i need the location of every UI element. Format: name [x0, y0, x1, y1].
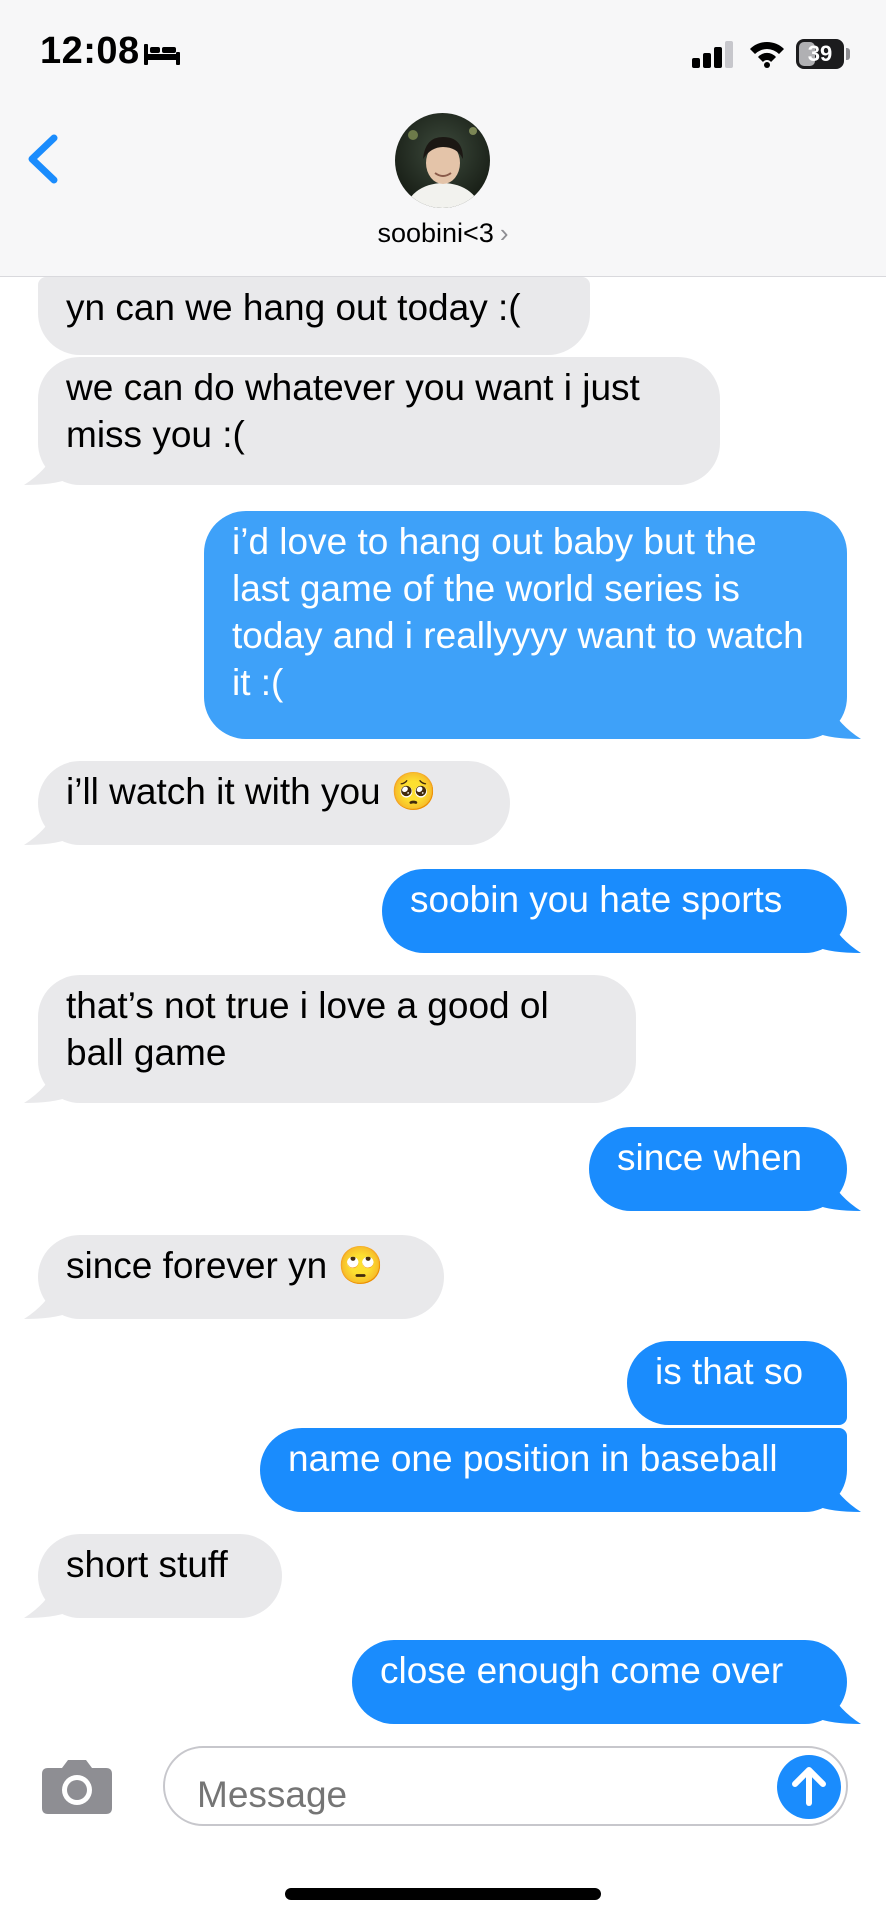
- camera-icon[interactable]: [40, 1756, 114, 1816]
- bubble-tail: [24, 451, 68, 485]
- back-button[interactable]: [22, 124, 66, 194]
- bubble-tail: [24, 811, 68, 845]
- wifi-icon: [750, 41, 784, 68]
- battery-percent: 39: [807, 41, 833, 66]
- status-bar: 12:08 39: [0, 0, 886, 110]
- outgoing-message[interactable]: since when: [589, 1127, 847, 1211]
- home-indicator: [285, 1888, 601, 1900]
- bubble-tail: [24, 1069, 68, 1103]
- battery-tip: [846, 48, 850, 60]
- message-list[interactable]: yn can we hang out today :( we can do wh…: [0, 277, 886, 1737]
- eye-roll-face-emoji: 🙄: [337, 1245, 384, 1286]
- incoming-message[interactable]: short stuff: [38, 1534, 282, 1618]
- message-text: i’d love to hang out baby but the last g…: [232, 521, 804, 703]
- incoming-message[interactable]: that’s not true i love a good ol ball ga…: [38, 975, 636, 1103]
- bubble-tail: [24, 1285, 68, 1319]
- message-text: i’ll watch it with you: [66, 771, 381, 812]
- incoming-message[interactable]: i’ll watch it with you 🥺: [38, 761, 510, 845]
- bubble-tail: [24, 1584, 68, 1618]
- status-time: 12:08: [40, 30, 140, 72]
- incoming-message[interactable]: since forever yn 🙄: [38, 1235, 444, 1319]
- message-text: since when: [617, 1137, 803, 1178]
- send-button[interactable]: [777, 1755, 841, 1819]
- message-text: is that so: [655, 1351, 804, 1392]
- message-text: close enough come over: [380, 1650, 784, 1691]
- bed-icon: [144, 44, 180, 65]
- bubble-tail: [817, 705, 861, 739]
- message-text: name one position in baseball: [288, 1438, 778, 1479]
- bubble-tail: [817, 1177, 861, 1211]
- avatar[interactable]: [395, 113, 490, 208]
- message-text: soobin you hate sports: [410, 879, 783, 920]
- contact-photo: [395, 113, 490, 208]
- contact-name-button[interactable]: soobini<3 ›: [0, 218, 886, 249]
- outgoing-message[interactable]: is that so: [627, 1341, 847, 1425]
- chevron-right-icon: ›: [499, 218, 509, 248]
- message-text: yn can we hang out today :(: [66, 287, 521, 328]
- battery-indicator: 39: [796, 39, 844, 69]
- outgoing-message[interactable]: soobin you hate sports: [382, 869, 847, 953]
- message-text: that’s not true i love a good ol ball ga…: [66, 985, 549, 1073]
- bubble-tail: [817, 919, 861, 953]
- incoming-message[interactable]: we can do whatever you want i just miss …: [38, 357, 720, 485]
- outgoing-message[interactable]: i’d love to hang out baby but the last g…: [204, 511, 847, 739]
- message-input[interactable]: [163, 1746, 848, 1826]
- cellular-signal-icon: [692, 41, 733, 68]
- message-text: we can do whatever you want i just miss …: [66, 367, 640, 455]
- bubble-tail: [817, 1690, 861, 1724]
- outgoing-message[interactable]: close enough come over: [352, 1640, 847, 1724]
- contact-name: soobini<3: [377, 218, 494, 248]
- pleading-face-emoji: 🥺: [390, 771, 437, 812]
- incoming-message[interactable]: yn can we hang out today :(: [38, 277, 590, 355]
- conversation-header: soobini<3 ›: [0, 110, 886, 277]
- message-text: since forever yn: [66, 1245, 328, 1286]
- outgoing-message[interactable]: name one position in baseball: [260, 1428, 847, 1512]
- bubble-tail: [817, 1478, 861, 1512]
- message-text: short stuff: [66, 1544, 228, 1585]
- arrow-up-icon: [792, 1767, 826, 1806]
